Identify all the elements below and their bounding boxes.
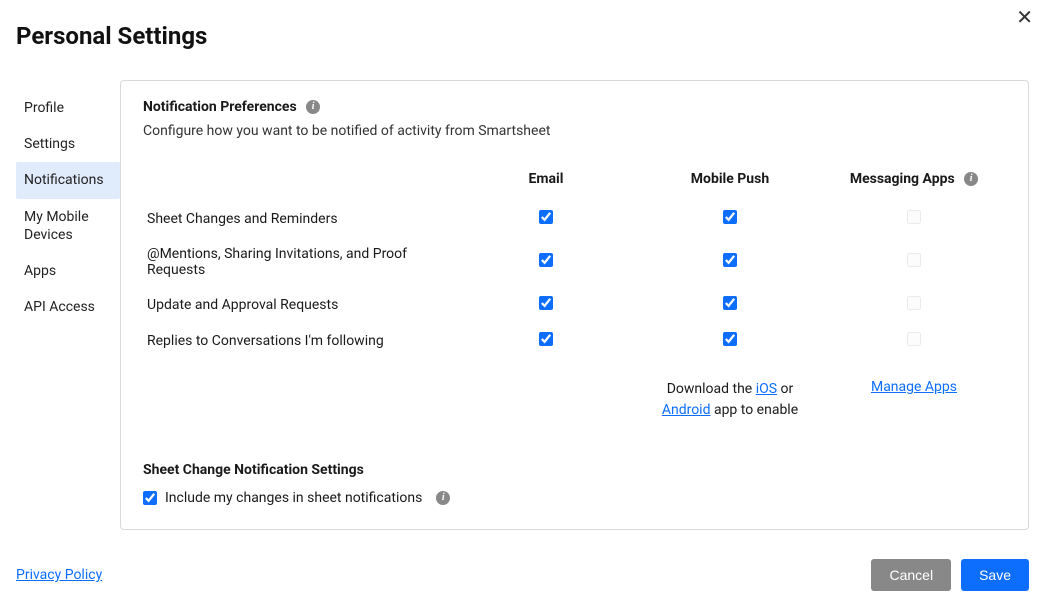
email-checkbox[interactable] <box>539 332 553 346</box>
page-title: Personal Settings <box>0 0 1045 50</box>
info-icon[interactable]: i <box>964 172 978 186</box>
row-label: Update and Approval Requests <box>143 287 454 323</box>
ios-link[interactable]: iOS <box>756 381 777 397</box>
email-checkbox[interactable] <box>539 253 553 267</box>
sidebar-item-my-mobile-devices[interactable]: My Mobile Devices <box>16 199 120 253</box>
bottom-bar: Privacy Policy Cancel Save <box>16 559 1029 591</box>
column-header-email: Email <box>454 163 638 201</box>
table-row: @Mentions, Sharing Invitations, and Proo… <box>143 237 1006 287</box>
row-label: Sheet Changes and Reminders <box>143 201 454 237</box>
notification-preferences-table: Email Mobile Push Messaging Apps i Sheet… <box>143 163 1006 430</box>
email-checkbox[interactable] <box>539 210 553 224</box>
include-my-changes-checkbox[interactable] <box>143 491 157 505</box>
download-apps-text: Download the iOS or Android app to enabl… <box>638 359 822 430</box>
row-label: Replies to Conversations I'm following <box>143 323 454 359</box>
info-icon[interactable]: i <box>306 100 320 114</box>
content-panel: Notification Preferences i Configure how… <box>120 80 1029 530</box>
android-link[interactable]: Android <box>662 402 711 418</box>
sheet-change-settings-heading: Sheet Change Notification Settings <box>143 462 364 478</box>
mobile-checkbox[interactable] <box>723 296 737 310</box>
row-label: @Mentions, Sharing Invitations, and Proo… <box>143 237 454 287</box>
include-my-changes-label: Include my changes in sheet notification… <box>165 490 422 506</box>
notification-preferences-description: Configure how you want to be notified of… <box>143 123 1006 139</box>
sidebar-item-notifications[interactable]: Notifications <box>16 162 120 198</box>
privacy-policy-link[interactable]: Privacy Policy <box>16 567 102 583</box>
table-row: Sheet Changes and Reminders <box>143 201 1006 237</box>
notification-preferences-heading: Notification Preferences <box>143 99 297 115</box>
column-header-messaging: Messaging Apps i <box>822 163 1006 201</box>
sidebar-item-apps[interactable]: Apps <box>16 253 120 289</box>
sidebar-item-profile[interactable]: Profile <box>16 90 120 126</box>
info-icon[interactable]: i <box>436 491 450 505</box>
sidebar: ProfileSettingsNotificationsMy Mobile De… <box>16 80 120 530</box>
messaging-checkbox <box>907 296 921 310</box>
close-icon: ✕ <box>1016 7 1033 29</box>
save-button[interactable]: Save <box>961 559 1029 591</box>
sidebar-item-settings[interactable]: Settings <box>16 126 120 162</box>
mobile-checkbox[interactable] <box>723 332 737 346</box>
manage-apps-link[interactable]: Manage Apps <box>871 379 957 395</box>
mobile-checkbox[interactable] <box>723 210 737 224</box>
column-header-label <box>143 163 454 201</box>
messaging-checkbox <box>907 210 921 224</box>
sidebar-item-api-access[interactable]: API Access <box>16 289 120 325</box>
close-button[interactable]: ✕ <box>1016 8 1033 28</box>
email-checkbox[interactable] <box>539 296 553 310</box>
table-row: Replies to Conversations I'm following <box>143 323 1006 359</box>
table-row: Update and Approval Requests <box>143 287 1006 323</box>
messaging-checkbox <box>907 253 921 267</box>
cancel-button[interactable]: Cancel <box>871 559 951 591</box>
mobile-checkbox[interactable] <box>723 253 737 267</box>
messaging-checkbox <box>907 332 921 346</box>
column-header-mobile: Mobile Push <box>638 163 822 201</box>
